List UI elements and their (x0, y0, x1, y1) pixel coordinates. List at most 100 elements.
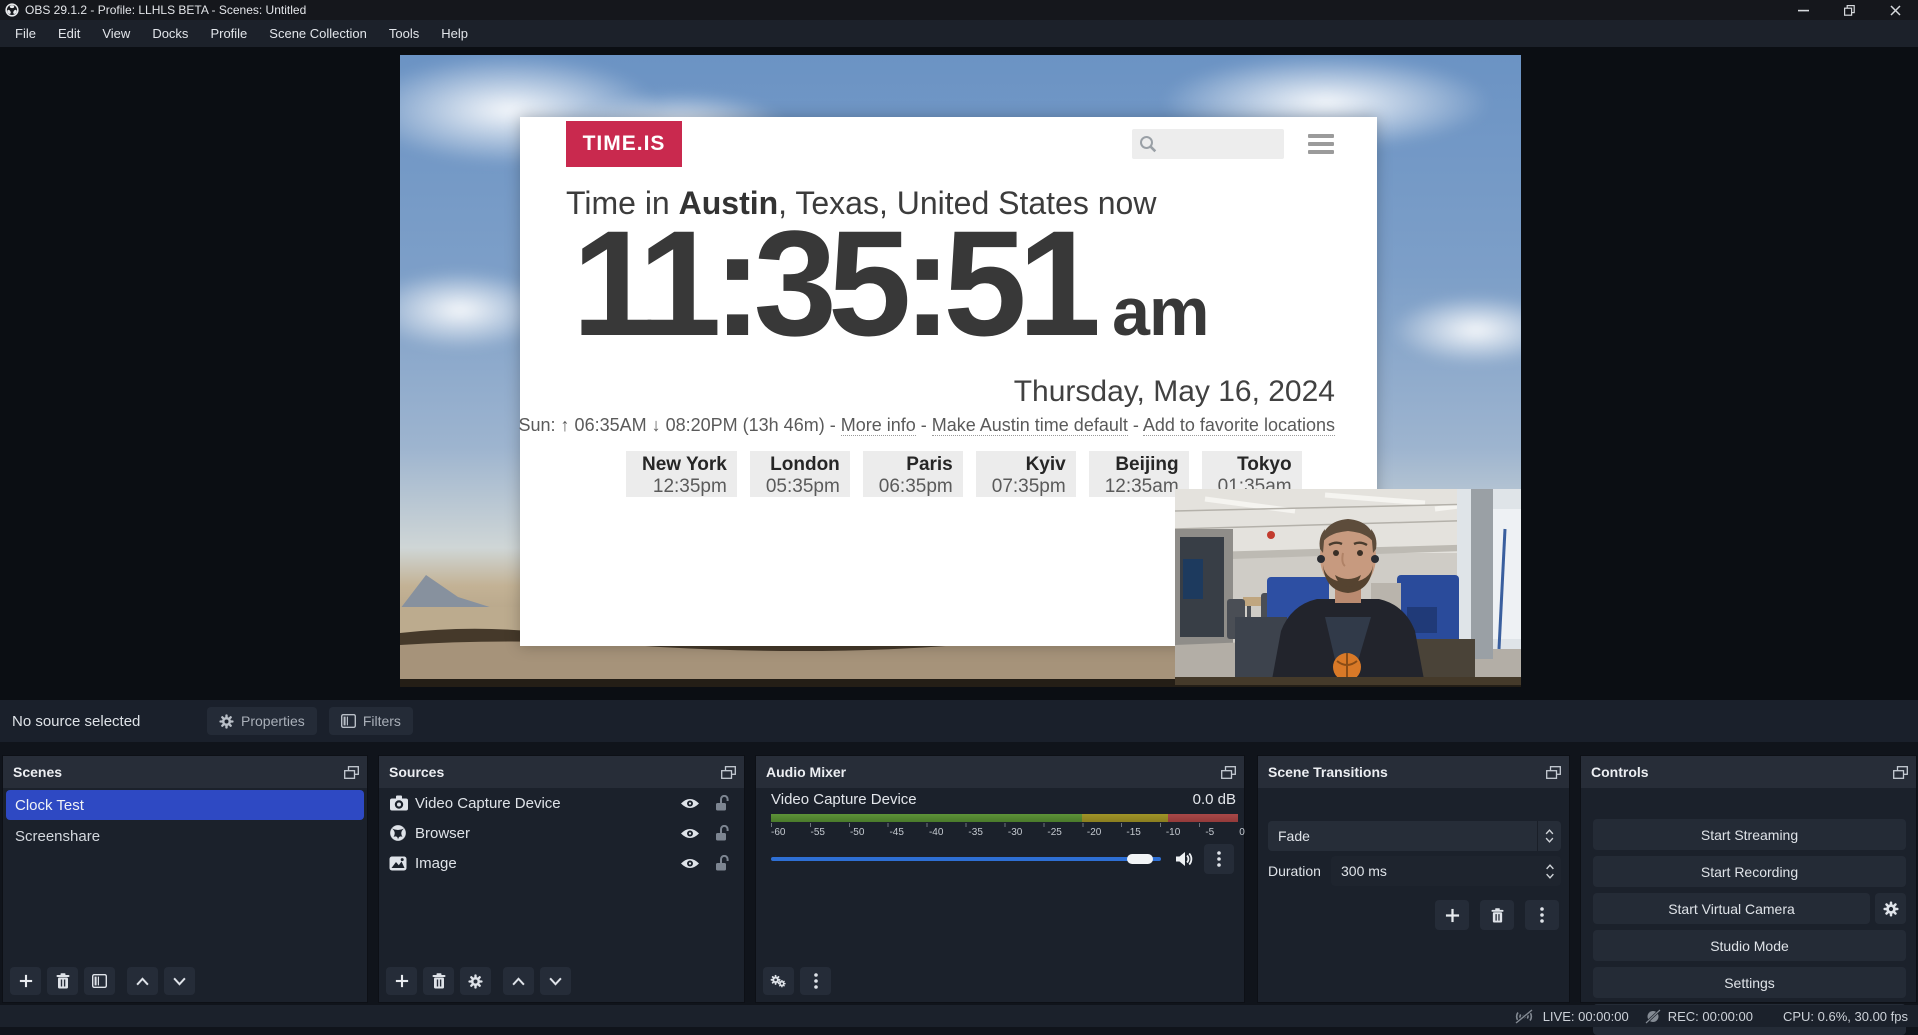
source-row-browser[interactable]: Browser (379, 818, 744, 848)
source-move-down-button[interactable] (540, 967, 571, 995)
menu-edit[interactable]: Edit (47, 21, 91, 46)
city-box: Paris06:35pm (863, 451, 963, 497)
remove-transition-button[interactable] (1480, 900, 1514, 930)
visibility-eye-icon[interactable] (680, 827, 700, 840)
meter-tick-labels: -60-55-50-45-40-35-30-25-20-15-10-50 (771, 827, 1245, 838)
filters-button[interactable]: Filters (329, 707, 413, 735)
trash-icon (432, 973, 446, 989)
visibility-eye-icon[interactable] (680, 857, 700, 870)
trash-icon (56, 973, 70, 989)
more-info-link: More info (841, 415, 916, 436)
sources-list: Video Capture Device Browser Image (379, 788, 744, 1002)
menu-tools[interactable]: Tools (378, 21, 430, 46)
scene-move-up-button[interactable] (127, 967, 158, 995)
popout-icon[interactable] (1221, 766, 1236, 779)
volume-slider-handle[interactable] (1127, 854, 1153, 864)
properties-button[interactable]: Properties (207, 707, 317, 735)
current-date: Thursday, May 16, 2024 (1014, 375, 1335, 409)
audio-mixer-header: Audio Mixer (756, 756, 1244, 788)
time-value: 11:35:51 (572, 205, 1092, 363)
sources-panel: Sources Video Capture Device Browser Ima… (378, 755, 745, 1003)
scenes-panel: Scenes Clock Test Screenshare (2, 755, 368, 1003)
virtual-camera-settings-button[interactable] (1875, 893, 1906, 924)
scenes-panel-header: Scenes (3, 756, 367, 788)
remove-scene-button[interactable] (47, 967, 78, 995)
gear-icon (468, 974, 483, 989)
mixer-db-value[interactable]: 0.0 dB (1193, 791, 1236, 808)
preview-canvas[interactable]: TIME.IS Time in Austin, Texas, United St… (400, 55, 1521, 687)
city-box: Kyiv07:35pm (976, 451, 1076, 497)
dropdown-arrows-icon (1537, 821, 1561, 851)
spin-up-icon[interactable] (1545, 864, 1555, 870)
double-gear-icon (770, 974, 787, 989)
plus-icon (19, 974, 33, 988)
maximize-button[interactable] (1826, 0, 1872, 20)
menu-file[interactable]: File (4, 21, 47, 46)
plus-icon (395, 974, 409, 988)
popout-icon[interactable] (344, 766, 359, 779)
menubar: File Edit View Docks Profile Scene Colle… (0, 20, 1918, 47)
search-input (1132, 129, 1284, 159)
source-toolbar: No source selected Properties Filters (0, 700, 1918, 742)
chevron-down-icon (548, 977, 563, 986)
source-row-video-capture[interactable]: Video Capture Device (379, 788, 744, 818)
visibility-eye-icon[interactable] (680, 797, 700, 810)
filter-icon (92, 974, 107, 988)
controls-panel: Controls Start Streaming Start Recording… (1580, 755, 1917, 1003)
speaker-icon[interactable] (1175, 851, 1193, 867)
spin-down-icon[interactable] (1545, 873, 1555, 879)
city-box: Beijing12:35am (1089, 451, 1189, 497)
scene-item-clock-test[interactable]: Clock Test (6, 790, 364, 820)
window-title: OBS 29.1.2 - Profile: LLHLS BETA - Scene… (25, 3, 306, 17)
source-move-up-button[interactable] (503, 967, 534, 995)
popout-icon[interactable] (1546, 766, 1561, 779)
transition-menu-button[interactable] (1525, 900, 1559, 930)
advanced-audio-button[interactable] (763, 967, 794, 995)
kebab-icon (1540, 907, 1544, 923)
source-row-image[interactable]: Image (379, 848, 744, 878)
chevron-up-icon (511, 977, 526, 986)
duration-spinbox[interactable]: 300 ms (1331, 856, 1561, 886)
remove-source-button[interactable] (423, 967, 454, 995)
add-source-button[interactable] (386, 967, 417, 995)
lock-icon[interactable] (715, 855, 729, 871)
menu-view[interactable]: View (91, 21, 141, 46)
start-virtual-camera-button[interactable]: Start Virtual Camera (1593, 893, 1870, 924)
menu-scene-collection[interactable]: Scene Collection (258, 21, 378, 46)
timeis-logo: TIME.IS (566, 121, 682, 167)
city-box: New York12:35pm (626, 451, 737, 497)
lock-icon[interactable] (715, 795, 729, 811)
add-transition-button[interactable] (1435, 900, 1469, 930)
close-button[interactable] (1872, 0, 1918, 20)
menu-profile[interactable]: Profile (199, 21, 258, 46)
scene-transitions-header: Scene Transitions (1258, 756, 1569, 788)
stream-inactive-icon (1512, 1009, 1536, 1024)
globe-icon (389, 824, 415, 842)
start-streaming-button[interactable]: Start Streaming (1593, 819, 1906, 850)
scene-move-down-button[interactable] (164, 967, 195, 995)
volume-slider[interactable] (771, 857, 1161, 861)
scene-filters-button[interactable] (84, 967, 115, 995)
audio-mixer-panel: Audio Mixer Video Capture Device 0.0 dB … (755, 755, 1245, 1003)
source-properties-button[interactable] (460, 967, 491, 995)
menu-docks[interactable]: Docks (141, 21, 199, 46)
menu-help[interactable]: Help (430, 21, 479, 46)
transition-select[interactable]: Fade (1268, 821, 1561, 851)
lock-icon[interactable] (715, 825, 729, 841)
kebab-icon (1217, 851, 1221, 867)
studio-mode-button[interactable]: Studio Mode (1593, 930, 1906, 961)
gear-icon (219, 714, 234, 729)
add-scene-button[interactable] (10, 967, 41, 995)
cpu-fps-stats: CPU: 0.6%, 30.00 fps (1783, 1009, 1908, 1024)
mixer-channel-menu-button[interactable] (1204, 844, 1234, 874)
minimize-button[interactable] (1780, 0, 1826, 20)
image-icon (389, 856, 415, 871)
scene-item-screenshare[interactable]: Screenshare (3, 822, 367, 850)
settings-button[interactable]: Settings (1593, 967, 1906, 998)
popout-icon[interactable] (1893, 766, 1908, 779)
start-recording-button[interactable]: Start Recording (1593, 856, 1906, 887)
selected-source-status: No source selected (12, 713, 207, 730)
mixer-menu-button[interactable] (800, 967, 831, 995)
popout-icon[interactable] (721, 766, 736, 779)
cloud (1391, 295, 1521, 365)
